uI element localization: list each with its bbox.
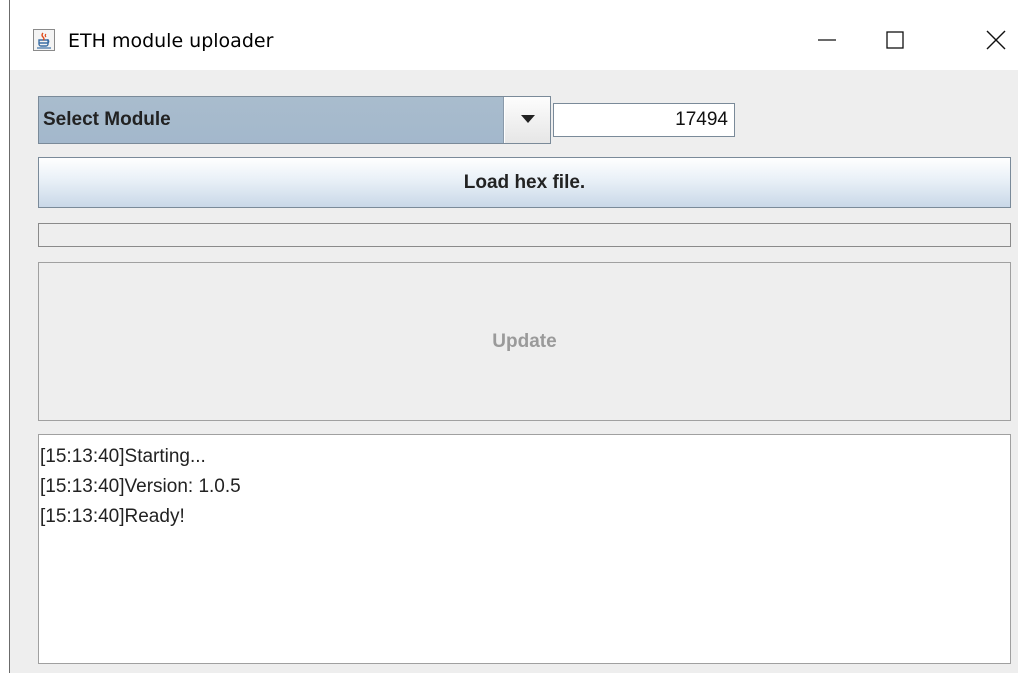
module-select-dropdown[interactable]: Select Module	[38, 96, 551, 144]
close-icon	[986, 30, 1006, 55]
app-window: ETH module uploader Select Module 17494 …	[9, 0, 1018, 673]
log-textarea[interactable]: [15:13:40]Starting... [15:13:40]Version:…	[38, 434, 1011, 664]
port-number-field[interactable]: 17494	[553, 103, 735, 137]
log-line: [15:13:40]Starting...	[40, 446, 206, 467]
minimize-button[interactable]	[804, 22, 850, 62]
close-button[interactable]	[973, 22, 1018, 62]
load-hex-file-label: Load hex file.	[463, 171, 586, 193]
module-select-value: Select Module	[39, 97, 504, 143]
maximize-icon	[885, 30, 905, 55]
load-hex-file-button[interactable]: Load hex file.	[38, 157, 1011, 208]
maximize-button[interactable]	[872, 22, 918, 62]
title-bar: ETH module uploader	[10, 0, 1018, 70]
update-label: Update	[492, 330, 557, 352]
chevron-down-icon	[520, 111, 536, 129]
dropdown-arrow-button[interactable]	[505, 97, 550, 143]
log-line: [15:13:40]Ready!	[40, 506, 185, 527]
java-cup-icon	[33, 29, 55, 51]
log-line: [15:13:40]Version: 1.0.5	[40, 476, 241, 497]
update-button[interactable]: Update	[38, 262, 1011, 421]
progress-bar	[38, 223, 1011, 247]
window-title: ETH module uploader	[68, 30, 274, 52]
minimize-icon	[817, 30, 837, 55]
